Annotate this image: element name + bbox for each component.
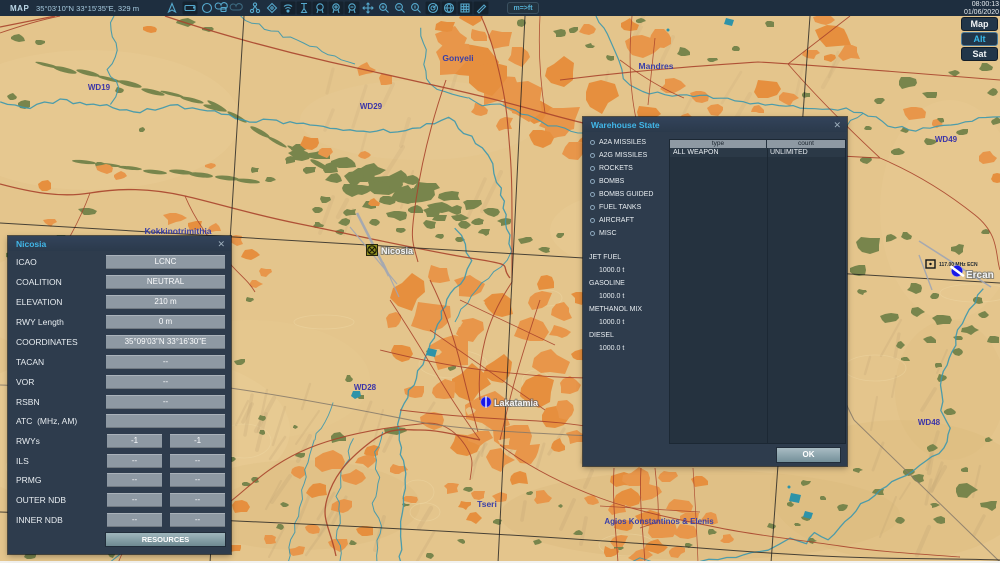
- svg-text:WD28: WD28: [354, 383, 377, 392]
- svg-text:WD19: WD19: [88, 83, 111, 92]
- svg-text:Kokkinotrimithia: Kokkinotrimithia: [144, 226, 211, 236]
- svg-text:Ercan: Ercan: [966, 270, 994, 281]
- svg-text:Nicosia: Nicosia: [381, 246, 414, 256]
- svg-text:WD48: WD48: [918, 418, 941, 427]
- svg-text:WD29: WD29: [360, 102, 383, 111]
- svg-text:Lakatamia: Lakatamia: [494, 398, 539, 408]
- svg-text:Gonyeli: Gonyeli: [442, 53, 473, 63]
- svg-text:WD49: WD49: [935, 135, 958, 144]
- svg-text:Tseri: Tseri: [477, 499, 497, 509]
- svg-text:Agios Konstantinos & Elenis: Agios Konstantinos & Elenis: [604, 517, 714, 526]
- svg-text:Mandres: Mandres: [639, 61, 674, 71]
